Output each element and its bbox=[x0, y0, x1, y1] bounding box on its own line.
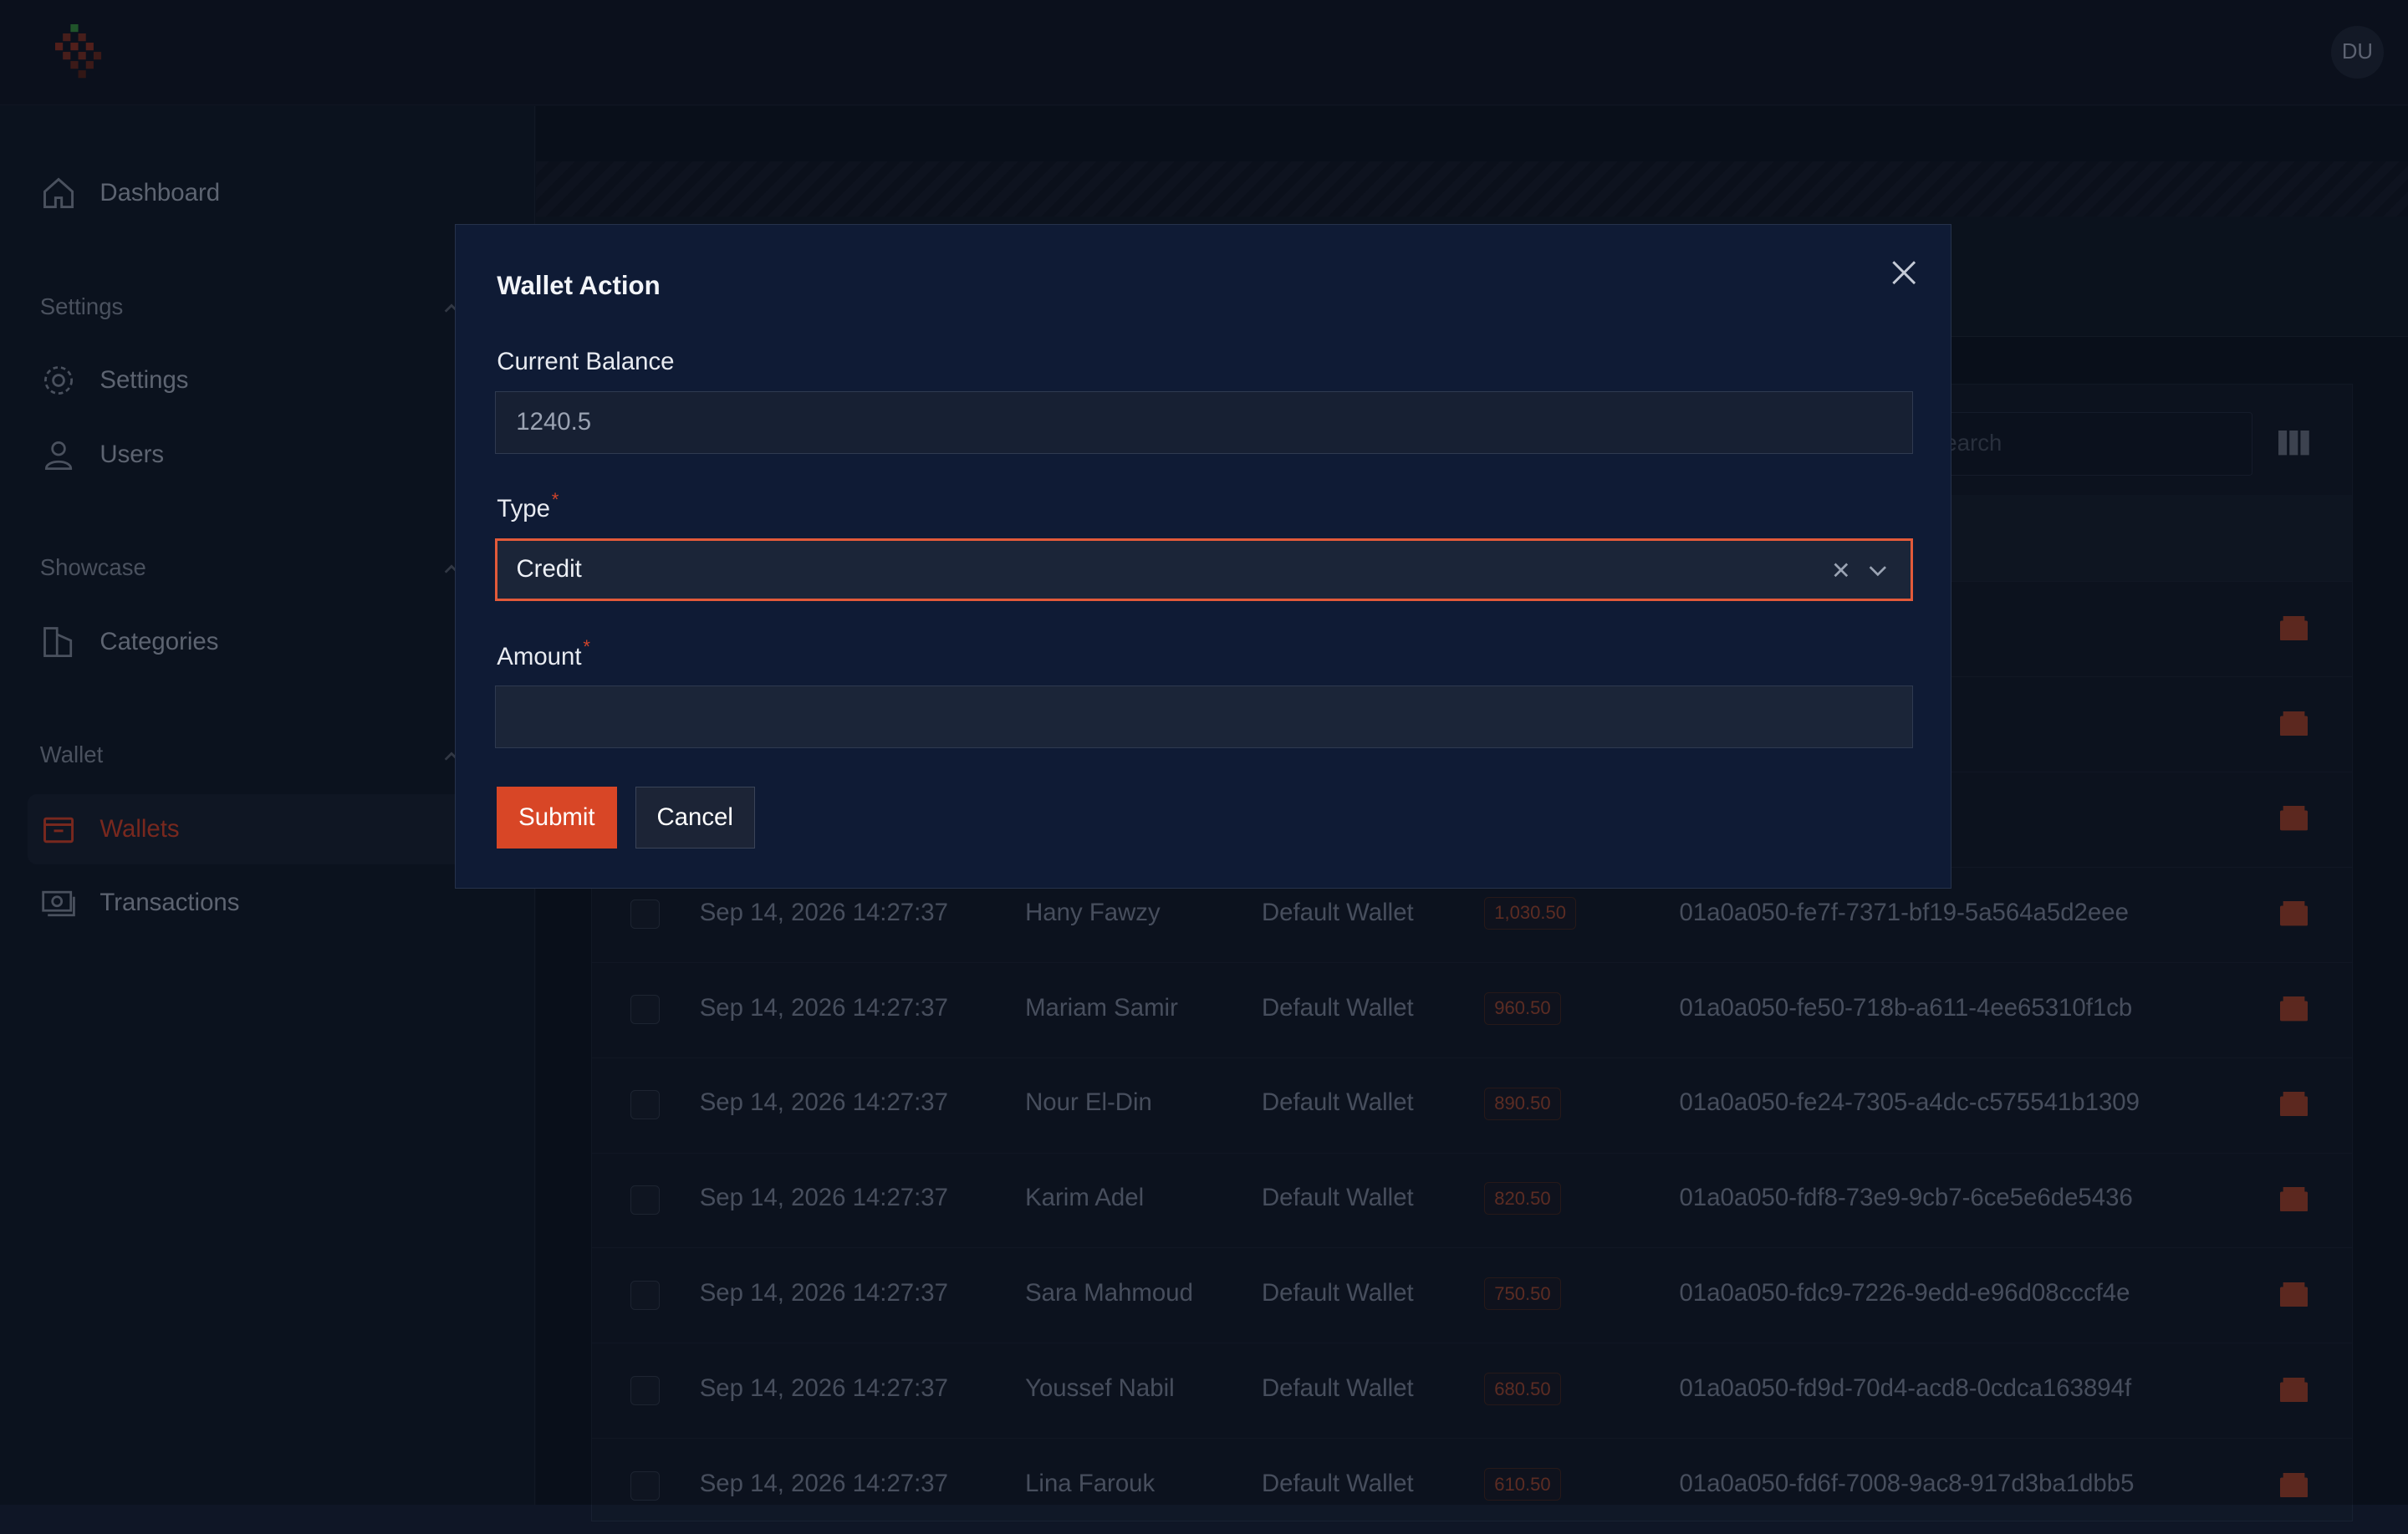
submit-button[interactable]: Submit bbox=[497, 787, 617, 849]
close-icon[interactable] bbox=[1887, 256, 1921, 289]
type-select-value: Credit bbox=[516, 555, 582, 584]
cancel-button[interactable]: Cancel bbox=[635, 787, 755, 849]
chevron-down-icon[interactable] bbox=[1867, 559, 1889, 581]
modal-title: Wallet Action bbox=[497, 271, 661, 301]
amount-label: Amount * bbox=[497, 636, 590, 671]
type-label-text: Type bbox=[497, 495, 550, 523]
type-select[interactable]: Credit bbox=[495, 538, 1913, 602]
required-marker: * bbox=[551, 489, 559, 511]
amount-label-text: Amount bbox=[497, 642, 582, 670]
amount-field[interactable] bbox=[495, 685, 1913, 749]
current-balance-field[interactable] bbox=[495, 390, 1913, 454]
required-marker: * bbox=[583, 636, 590, 658]
wallet-action-modal: Wallet Action Current Balance Type* Cred… bbox=[454, 224, 1952, 889]
clear-icon[interactable] bbox=[1830, 559, 1852, 581]
type-label: Type * bbox=[497, 489, 559, 523]
current-balance-label: Current Balance bbox=[497, 348, 675, 376]
